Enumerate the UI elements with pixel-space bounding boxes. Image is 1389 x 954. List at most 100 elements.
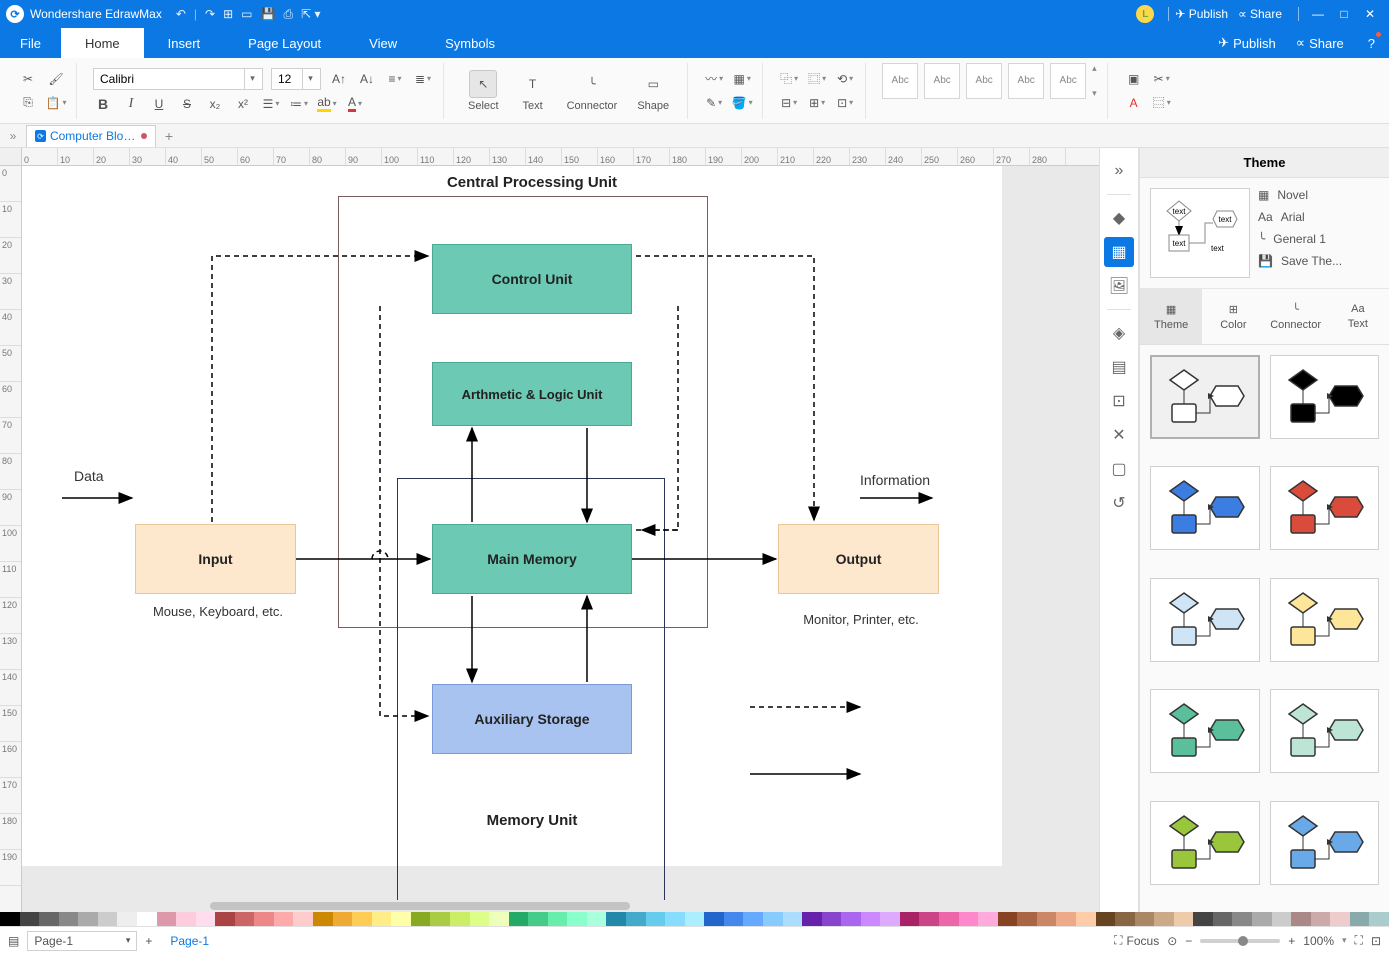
present-icon[interactable]: ▢ [1104,454,1134,484]
navigator-icon[interactable]: ⊡ [1104,386,1134,416]
style-down-icon[interactable]: ▾ [1092,88,1097,99]
color-swatch[interactable] [1037,912,1057,926]
help-icon[interactable]: ? [1354,28,1389,58]
color-swatch[interactable] [1330,912,1350,926]
panel-tab-text[interactable]: AaText [1327,289,1389,344]
theme-thumb[interactable] [1270,689,1380,773]
format-painter-icon[interactable]: 🖌 [46,69,66,89]
subscript-icon[interactable]: x₂ [205,94,225,114]
maximize-icon[interactable]: □ [1331,7,1357,21]
color-swatch[interactable] [59,912,79,926]
color-swatch[interactable] [117,912,137,926]
font-size-dropdown[interactable]: ▾ [271,68,321,90]
theme-panel-icon[interactable]: ▦ [1104,237,1134,267]
color-swatch[interactable] [959,912,979,926]
theme-thumb[interactable] [1150,801,1260,885]
color-swatch[interactable] [1369,912,1389,926]
theme-thumb[interactable] [1150,355,1260,439]
group-icon[interactable]: ⿻▾ [779,69,799,89]
color-swatch[interactable] [587,912,607,926]
copy-icon[interactable]: ⎘ [18,93,38,113]
decrease-font-icon[interactable]: A↓ [357,69,377,89]
alu-shape[interactable]: Arthmetic & Logic Unit [432,362,632,426]
color-swatch[interactable] [176,912,196,926]
panel-tab-connector[interactable]: ╰Connector [1265,289,1327,344]
color-swatch[interactable] [861,912,881,926]
color-swatch[interactable] [1350,912,1370,926]
color-swatch[interactable] [880,912,900,926]
color-palette-strip[interactable] [0,912,1389,926]
paste-icon[interactable]: 📋▾ [46,93,66,113]
line-color-icon[interactable]: ✎▾ [704,93,724,113]
theme-novel-option[interactable]: ▦Novel [1258,188,1379,202]
zoom-in-button[interactable]: + [1288,934,1295,948]
color-swatch[interactable] [333,912,353,926]
color-swatch[interactable] [1115,912,1135,926]
style-up-icon[interactable]: ▴ [1092,63,1097,74]
color-swatch[interactable] [626,912,646,926]
color-swatch[interactable] [685,912,705,926]
theme-thumb[interactable] [1150,689,1260,773]
align-icon[interactable]: ⊟▾ [779,93,799,113]
undo-icon[interactable]: ↶ [176,7,186,22]
color-swatch[interactable] [900,912,920,926]
italic-icon[interactable]: I [121,94,141,114]
color-swatch[interactable] [78,912,98,926]
color-swatch[interactable] [1096,912,1116,926]
color-swatch[interactable] [1252,912,1272,926]
font-family-dropdown[interactable]: ▾ [93,68,263,90]
page-tab[interactable]: Page-1 [160,934,219,948]
color-swatch[interactable] [646,912,666,926]
color-swatch[interactable] [235,912,255,926]
color-swatch[interactable] [1056,912,1076,926]
color-swatch[interactable] [470,912,490,926]
color-swatch[interactable] [528,912,548,926]
arrange-icon[interactable]: ⿴▾ [807,69,827,89]
color-swatch[interactable] [1193,912,1213,926]
share-button[interactable]: ∝ Share [1238,7,1282,21]
color-swatch[interactable] [724,912,744,926]
shape-style-3[interactable]: Abc [966,63,1002,99]
tab-file[interactable]: File [0,28,61,58]
control-unit-shape[interactable]: Control Unit [432,244,632,314]
strikethrough-icon[interactable]: S [177,94,197,114]
shape-style-1[interactable]: Abc [882,63,918,99]
close-icon[interactable]: ✕ [1357,7,1383,21]
color-swatch[interactable] [665,912,685,926]
color-swatch[interactable] [1291,912,1311,926]
fullscreen-icon[interactable]: ⊡ [1371,934,1381,948]
cut-icon[interactable]: ✂ [18,69,38,89]
color-swatch[interactable] [1232,912,1252,926]
underline-icon[interactable]: U [149,94,169,114]
fit-page-icon[interactable]: ⛶ [1355,933,1363,948]
theme-thumb[interactable] [1270,466,1380,550]
fill-color-icon[interactable]: 🪣▾ [732,93,752,113]
output-shape[interactable]: Output [778,524,939,594]
input-shape[interactable]: Input [135,524,296,594]
color-swatch[interactable] [802,912,822,926]
color-swatch[interactable] [98,912,118,926]
document-tab[interactable]: ⟳ Computer Block... [26,125,156,147]
minimize-icon[interactable]: — [1305,7,1331,21]
shuffle-icon[interactable]: ✕ [1104,420,1134,450]
color-swatch[interactable] [39,912,59,926]
history-icon[interactable]: ↺ [1104,488,1134,518]
text-tool[interactable]: TText [511,70,555,112]
color-swatch[interactable] [411,912,431,926]
increase-font-icon[interactable]: A↑ [329,69,349,89]
zoom-out-button[interactable]: − [1185,934,1192,948]
color-swatch[interactable] [1076,912,1096,926]
superscript-icon[interactable]: x² [233,94,253,114]
tab-home[interactable]: Home [61,28,144,58]
add-tab-button[interactable]: + [160,128,178,144]
color-swatch[interactable] [509,912,529,926]
text-highlight-icon[interactable]: ab▾ [317,94,337,114]
color-swatch[interactable] [743,912,763,926]
color-swatch[interactable] [450,912,470,926]
color-swatch[interactable] [0,912,20,926]
redo-icon[interactable]: ↷ [205,7,215,22]
color-swatch[interactable] [841,912,861,926]
color-swatch[interactable] [1213,912,1233,926]
color-swatch[interactable] [20,912,40,926]
color-swatch[interactable] [783,912,803,926]
